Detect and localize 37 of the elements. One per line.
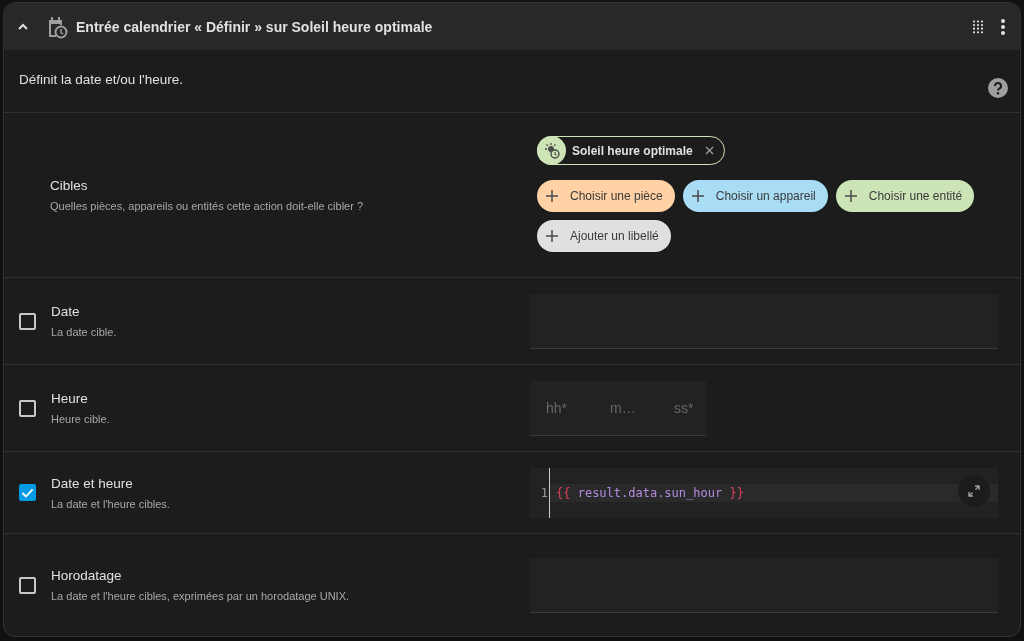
card-title: Entrée calendrier « Définir » sur Soleil heure optimale (76, 18, 433, 35)
add-target-button[interactable]: Choisir une entité (835, 180, 975, 212)
help-icon (988, 78, 1008, 98)
expand-icon (968, 484, 980, 497)
sun-clock-icon (537, 136, 566, 165)
plus-icon (546, 190, 558, 202)
add-target-button[interactable]: Ajouter un libellé (537, 220, 671, 252)
field-description: Quelles pièces, appareils ou entités cette action doit-elle cibler ? (50, 199, 365, 212)
more-icon (1000, 17, 1006, 36)
field-label: Date et heure (51, 475, 134, 491)
expand-button[interactable] (958, 474, 990, 507)
field-description: La date et l'heure cibles. (51, 497, 170, 510)
plus-icon (546, 230, 558, 242)
action-description: Définit la date et/ou l'heure. (19, 72, 183, 87)
field-label: Cibles (50, 177, 89, 193)
checkbox[interactable] (19, 576, 36, 594)
input-field[interactable] (530, 293, 998, 349)
plus-icon (691, 190, 704, 202)
grid-dots-icon (972, 19, 984, 34)
field-label: Heure (51, 391, 89, 406)
close-icon[interactable] (704, 146, 714, 155)
code-line: {{ result.data.sun_hour }} (555, 485, 744, 500)
field-label: Horodatage (51, 568, 123, 583)
checkbox[interactable] (19, 399, 36, 417)
field-description: La date et l'heure cibles, exprimées par un horodatage UNIX. (51, 590, 350, 602)
add-target-button[interactable]: Choisir une pièce (537, 180, 675, 212)
field-description: Heure cible. (51, 413, 110, 425)
help-button[interactable] (988, 78, 1008, 98)
field-description: La date cible. (51, 326, 117, 338)
code-editor[interactable]: 1 {{ result.data.sun_hour }} (530, 467, 998, 518)
field-label: Date (51, 304, 81, 319)
checkbox[interactable] (19, 484, 36, 501)
input-field[interactable] (530, 557, 998, 613)
add-target-button[interactable]: Choisir un appareil (682, 180, 828, 212)
calendar-clock-icon (46, 14, 68, 39)
plus-icon (844, 190, 857, 202)
checkbox[interactable] (19, 312, 36, 330)
